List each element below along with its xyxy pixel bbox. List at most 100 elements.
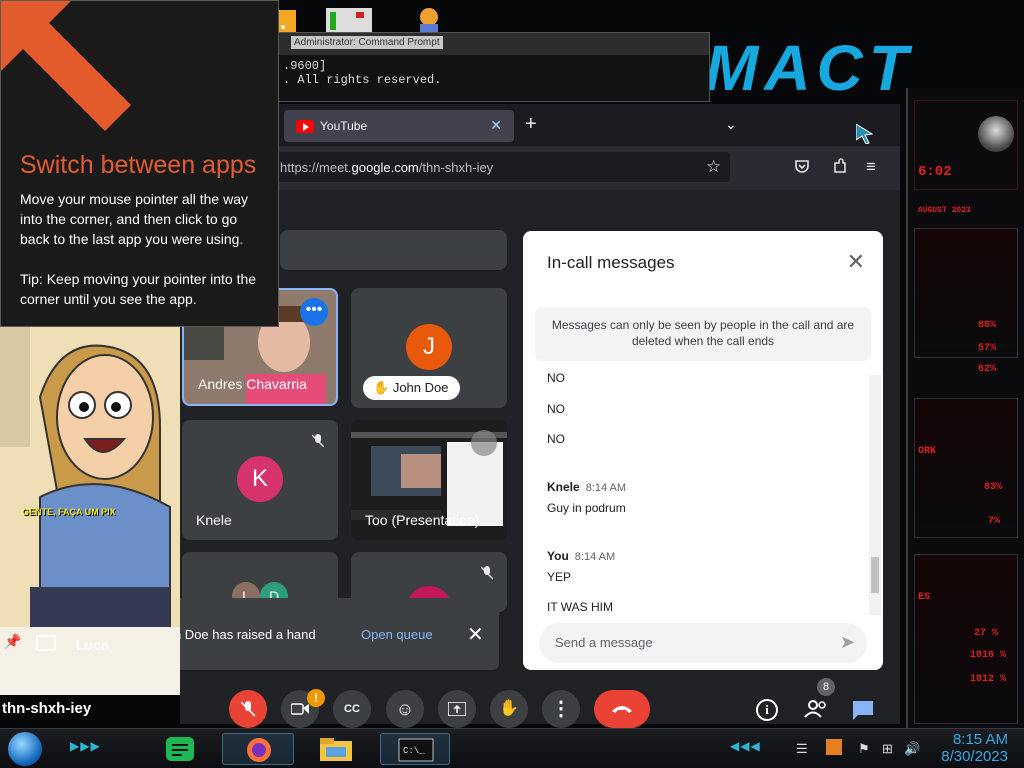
taskbar-app-notes-icon[interactable] <box>160 733 200 765</box>
more-options-icon[interactable]: ••• <box>300 298 328 326</box>
start-button[interactable] <box>8 732 42 766</box>
taskbar: ▶▶▶ C:\_ ◀◀◀ ☰ ⚑ ⊞ 🔊 8:15 AM 8/30/2023 <box>0 728 1024 768</box>
navigation-bar: https://meet.google.com/thn-shxh-iey ☆ ≡ <box>180 146 900 190</box>
mic-off-icon <box>471 430 497 456</box>
menu-hamburger-icon[interactable]: ≡ <box>866 158 876 176</box>
participant-tile-presentation[interactable]: Too (Presentation) <box>351 420 507 540</box>
participant-name: John Doe <box>392 380 449 395</box>
close-icon[interactable]: ✕ <box>490 117 502 134</box>
clock-date: 8/30/2023 <box>941 748 1008 765</box>
clock-time: 8:15 AM <box>952 731 1008 748</box>
chat-icon[interactable] <box>852 700 874 725</box>
mic-off-icon <box>480 566 494 583</box>
mic-off-button[interactable] <box>229 690 267 728</box>
command-prompt-window[interactable]: Administrator: Command Prompt .9600]. Al… <box>270 32 710 102</box>
end-call-button[interactable] <box>594 690 650 728</box>
captions-button[interactable]: CC <box>333 690 371 728</box>
pocket-icon[interactable] <box>794 158 810 178</box>
bookmark-star-icon[interactable]: ☆ <box>706 158 721 176</box>
message-text: NO <box>547 402 565 416</box>
youtube-icon <box>296 120 314 133</box>
message-sender: You <box>547 549 569 563</box>
cmd-title-bar[interactable]: Administrator: Command Prompt <box>271 33 709 55</box>
taskbar-clock[interactable]: 8:15 AM 8/30/2023 <box>941 731 1008 765</box>
gadget-stat: 86% <box>978 320 997 331</box>
close-icon[interactable]: ✕ <box>847 249 865 275</box>
cmd-line: .9600] <box>283 59 327 73</box>
message-text: YEP <box>547 570 572 584</box>
cmd-title: Administrator: Command Prompt <box>291 36 443 49</box>
tray-java-icon[interactable] <box>826 739 842 755</box>
taskbar-firefox-icon[interactable] <box>222 733 294 765</box>
switch-apps-tip: Switch between apps Move your mouse poin… <box>0 0 279 327</box>
participant-tile-john-doe[interactable]: J ✋ John Doe <box>351 288 507 408</box>
mic-off-icon <box>311 434 325 451</box>
gadget-stat: 7% <box>988 516 1001 527</box>
gadget-network-block <box>914 398 1018 538</box>
tip-body: Move your mouse pointer all the way into… <box>20 191 248 247</box>
tray-action-center-flag-icon[interactable]: ⚑ <box>858 741 870 757</box>
gadget-stat: 1012 % <box>970 674 1007 685</box>
meet-banner <box>280 230 507 270</box>
message-time: 8:14 AM <box>585 482 627 494</box>
alienware-gadget-panel: 6:02 AUGUST 2023 86% 57% 62% ORK 83% 7% … <box>906 88 1024 728</box>
hand-icon: ✋ <box>373 380 390 395</box>
open-queue-button[interactable]: Open queue <box>361 627 433 642</box>
message-text: IT WAS HIM <box>547 600 613 614</box>
url-domain: google.com <box>351 160 419 175</box>
alien-head-icon <box>978 116 1014 152</box>
message-input[interactable]: Send a message ➤ <box>539 623 867 663</box>
tray-expand-icon[interactable]: ☰ <box>796 741 808 757</box>
gadget-cpu-block <box>914 228 1018 358</box>
message-sender: Knele <box>547 480 580 494</box>
gadget-date: AUGUST 2023 <box>918 206 971 215</box>
avatar: K <box>237 456 283 502</box>
gadget-stat: 57% <box>978 343 997 354</box>
present-screen-button[interactable] <box>438 690 476 728</box>
new-tab-button[interactable]: + <box>525 114 537 134</box>
raised-hand-chip: ✋ John Doe <box>363 376 461 400</box>
message-header: You 8:14 AM <box>547 549 615 563</box>
message-header: Knele 8:14 AM <box>547 480 626 494</box>
corner-arrow-icon <box>1 1 131 131</box>
close-icon[interactable]: ✕ <box>467 622 484 647</box>
tray-volume-icon[interactable]: 🔊 <box>904 741 920 757</box>
taskbar-decoration: ◀◀◀ <box>730 739 761 753</box>
cursor-arrow-icon <box>855 123 876 145</box>
message-text: Guy in podrum <box>547 501 626 515</box>
avatar: J <box>406 324 452 370</box>
participant-tile-knele[interactable]: K Knele <box>182 420 338 540</box>
tab-youtube[interactable]: YouTube ✕ <box>284 110 514 142</box>
message-time: 8:14 AM <box>574 551 616 563</box>
gadget-disk-block <box>914 554 1018 724</box>
list-tabs-chevron-icon[interactable]: ⌄ <box>725 116 737 133</box>
desktop-user-icon[interactable] <box>416 6 446 34</box>
message-text: NO <box>547 432 565 446</box>
tab-title: YouTube <box>320 119 368 133</box>
in-call-messages-panel: In-call messages ✕ Messages can only be … <box>523 231 883 670</box>
meeting-code: thn-shxh-iey <box>2 700 92 717</box>
url-prefix: https://meet. <box>280 160 352 175</box>
send-icon[interactable]: ➤ <box>840 632 855 653</box>
taskbar-command-prompt-icon[interactable]: C:\_ <box>380 733 450 765</box>
present-icon[interactable] <box>36 635 56 651</box>
gadget-stat: 62% <box>978 364 997 375</box>
panel-title: In-call messages <box>547 253 675 272</box>
people-icon[interactable] <box>804 700 828 723</box>
more-options-button[interactable]: ⋮ <box>542 690 580 728</box>
extensions-icon[interactable] <box>832 158 848 178</box>
message-scrollbar[interactable] <box>869 375 881 615</box>
cartoon-caption: GENTE, FAÇA UM PIX <box>22 507 116 517</box>
url-path: /thn-shxh-iey <box>418 160 494 175</box>
taskbar-file-explorer-icon[interactable] <box>316 733 356 765</box>
url-bar[interactable]: https://meet.google.com/thn-shxh-iey <box>260 152 730 182</box>
pin-icon[interactable]: 📌 <box>4 633 21 650</box>
scrollbar-thumb[interactable] <box>871 557 879 593</box>
taskbar-decoration: ▶▶▶ <box>70 739 101 753</box>
emoji-reaction-button[interactable]: ☺ <box>386 690 424 728</box>
gadget-stat: ES <box>918 592 931 603</box>
cmd-line: . All rights reserved. <box>283 73 442 87</box>
meeting-info-icon[interactable]: i <box>756 699 778 721</box>
raise-hand-button[interactable]: ✋ <box>490 690 528 728</box>
tray-network-icon[interactable]: ⊞ <box>882 741 893 757</box>
